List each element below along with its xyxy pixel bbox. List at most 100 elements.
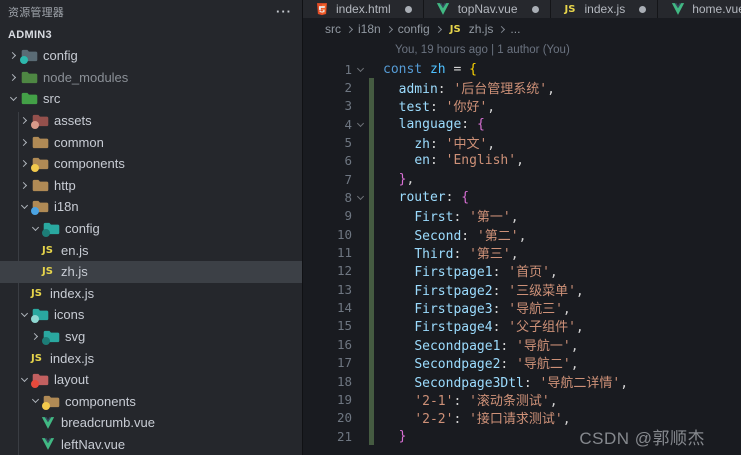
git-change-gutter — [369, 243, 374, 262]
chevron-down-icon[interactable] — [17, 373, 31, 387]
tree-item-layout[interactable]: layout — [0, 369, 302, 391]
breadcrumb-item-config[interactable]: config — [398, 22, 430, 36]
tree-item-label: i18n — [54, 199, 79, 215]
tree-item-label: index.js — [50, 350, 95, 366]
chevron-down-icon[interactable] — [28, 222, 42, 236]
chevron-down-icon[interactable] — [28, 394, 42, 408]
folder-icon — [31, 307, 49, 324]
tree-item-leftnav-vue[interactable]: leftNav.vue — [0, 434, 302, 455]
chevron-right-icon[interactable] — [17, 157, 31, 171]
tree-item-node-modules[interactable]: node_modules — [0, 67, 302, 89]
code-text: Third: '第三', — [414, 247, 519, 263]
code-line-6[interactable]: 6 en: 'English', — [303, 151, 741, 171]
modified-dot-icon[interactable] — [531, 5, 539, 13]
tab-index-js[interactable]: JS index.js — [550, 0, 659, 18]
code-line-9[interactable]: 9 First: '第一', — [303, 206, 741, 225]
code-line-5[interactable]: 5 zh: '中文', — [303, 133, 741, 152]
tree-item-label: icons — [54, 307, 85, 323]
breadcrumb-item-zh-js[interactable]: JS zh.js — [447, 22, 494, 36]
javascript-file-icon: JS — [449, 23, 461, 35]
tree-item-i18n[interactable]: i18n — [0, 196, 302, 218]
tree-item-config[interactable]: config — [0, 218, 302, 240]
html-file-icon — [314, 2, 330, 16]
chevron-right-icon[interactable] — [6, 49, 20, 63]
tab-index-html[interactable]: index.html — [303, 0, 424, 18]
code-line-17[interactable]: 17 Secondpage2: '导航二', — [303, 353, 741, 373]
tab-topnav-vue[interactable]: topNav.vue — [423, 0, 551, 18]
modified-dot-icon[interactable] — [639, 5, 647, 13]
line-number: 7 — [344, 171, 352, 187]
tree-item-common[interactable]: common — [0, 131, 302, 153]
code-text: Firstpage1: '首页', — [414, 265, 558, 281]
fold-chevron-icon[interactable] — [352, 193, 369, 201]
tree-item-index-js[interactable]: JS index.js — [0, 347, 302, 369]
tree-item-zh-js[interactable]: JS zh.js — [0, 260, 302, 283]
vue-file-icon — [39, 437, 56, 451]
chevron-right-icon[interactable] — [17, 178, 31, 192]
chevron-down-icon[interactable] — [17, 308, 31, 322]
code-line-14[interactable]: 14 Firstpage3: '导航三', — [303, 298, 741, 318]
tree-item-index-js[interactable]: JS index.js — [0, 283, 302, 305]
chevron-right-icon[interactable] — [28, 330, 42, 344]
code-text: Firstpage3: '导航三', — [414, 302, 571, 318]
tree-item-http[interactable]: http — [0, 175, 302, 197]
project-section-header[interactable]: ADMIN3 — [0, 24, 302, 45]
code-line-19[interactable]: 19 '2-1': '滚动条测试', — [303, 390, 741, 409]
line-number: 19 — [336, 391, 352, 407]
git-change-gutter — [369, 188, 374, 207]
breadcrumb-separator-icon — [385, 25, 393, 33]
chevron-right-icon[interactable] — [6, 70, 20, 84]
git-change-gutter — [369, 353, 374, 372]
code-line-12[interactable]: 12 Firstpage1: '首页', — [303, 261, 741, 281]
vscode-window: 资源管理器 ··· ADMIN3 config node_modules src as… — [0, 0, 741, 455]
tree-item-assets[interactable]: assets — [0, 110, 302, 132]
file-tree: config node_modules src assets common compone… — [0, 45, 302, 455]
code-line-11[interactable]: 11 Third: '第三', — [303, 243, 741, 263]
code-line-7[interactable]: 7 }, — [303, 170, 741, 189]
chevron-down-icon[interactable] — [6, 92, 20, 106]
folder-icon — [20, 48, 38, 65]
line-number: 2 — [344, 80, 352, 96]
line-number: 13 — [336, 281, 352, 297]
tree-item-breadcrumb-vue[interactable]: breadcrumb.vue — [0, 412, 302, 434]
code-line-1[interactable]: 1 const zh = { — [303, 60, 741, 78]
tree-item-src[interactable]: src — [0, 88, 302, 110]
more-actions-icon[interactable]: ··· — [276, 5, 292, 18]
breadcrumb-separator-icon — [345, 25, 354, 33]
tree-item-en-js[interactable]: JS en.js — [0, 239, 302, 261]
tree-item-icons[interactable]: icons — [0, 304, 302, 326]
breadcrumb-item-src[interactable]: src — [325, 22, 341, 36]
code-editor[interactable]: 1 const zh = {2 admin: '后台管理系统', 3 test: '… — [303, 60, 741, 446]
tree-item-components[interactable]: components — [0, 153, 302, 175]
code-line-3[interactable]: 3 test: '你好', — [303, 96, 741, 115]
code-text: Secondpage1: '导航一', — [414, 338, 579, 354]
tree-item-svg[interactable]: svg — [0, 326, 302, 348]
tree-item-config[interactable]: config — [0, 45, 302, 67]
tab-label: home.vue — [692, 2, 741, 16]
fold-chevron-icon[interactable] — [352, 119, 369, 127]
line-number: 14 — [336, 300, 352, 316]
tab-home-vue[interactable]: home.vue — [658, 0, 741, 18]
chevron-down-icon[interactable] — [17, 200, 31, 214]
line-number: 3 — [344, 98, 352, 114]
code-line-16[interactable]: 16 Secondpage1: '导航一', — [303, 335, 741, 354]
tree-item-label: http — [54, 177, 76, 193]
code-line-18[interactable]: 18 Secondpage3Dtl: '导航二详情', — [303, 371, 741, 391]
breadcrumb-item-i18n[interactable]: i18n — [358, 22, 381, 36]
code-line-13[interactable]: 13 Firstpage2: '三级菜单', — [303, 280, 741, 299]
git-change-gutter — [369, 426, 374, 446]
tree-item-components[interactable]: components — [0, 391, 302, 413]
breadcrumb-item--[interactable]: ... — [510, 22, 520, 36]
fold-chevron-icon[interactable] — [352, 64, 369, 72]
code-line-8[interactable]: 8 router: { — [303, 188, 741, 207]
chevron-right-icon[interactable] — [17, 135, 31, 149]
chevron-right-icon[interactable] — [17, 114, 31, 128]
code-line-4[interactable]: 4 language: { — [303, 115, 741, 134]
code-text: Secondpage2: '导航二', — [414, 357, 579, 373]
code-text: Firstpage4: '父子组件', — [414, 320, 584, 336]
code-text: router: { — [398, 190, 470, 206]
code-line-15[interactable]: 15 Firstpage4: '父子组件', — [303, 316, 741, 336]
code-line-10[interactable]: 10 Second: '第二', — [303, 225, 741, 244]
modified-dot-icon[interactable] — [404, 5, 412, 13]
code-line-2[interactable]: 2 admin: '后台管理系统', — [303, 78, 741, 97]
